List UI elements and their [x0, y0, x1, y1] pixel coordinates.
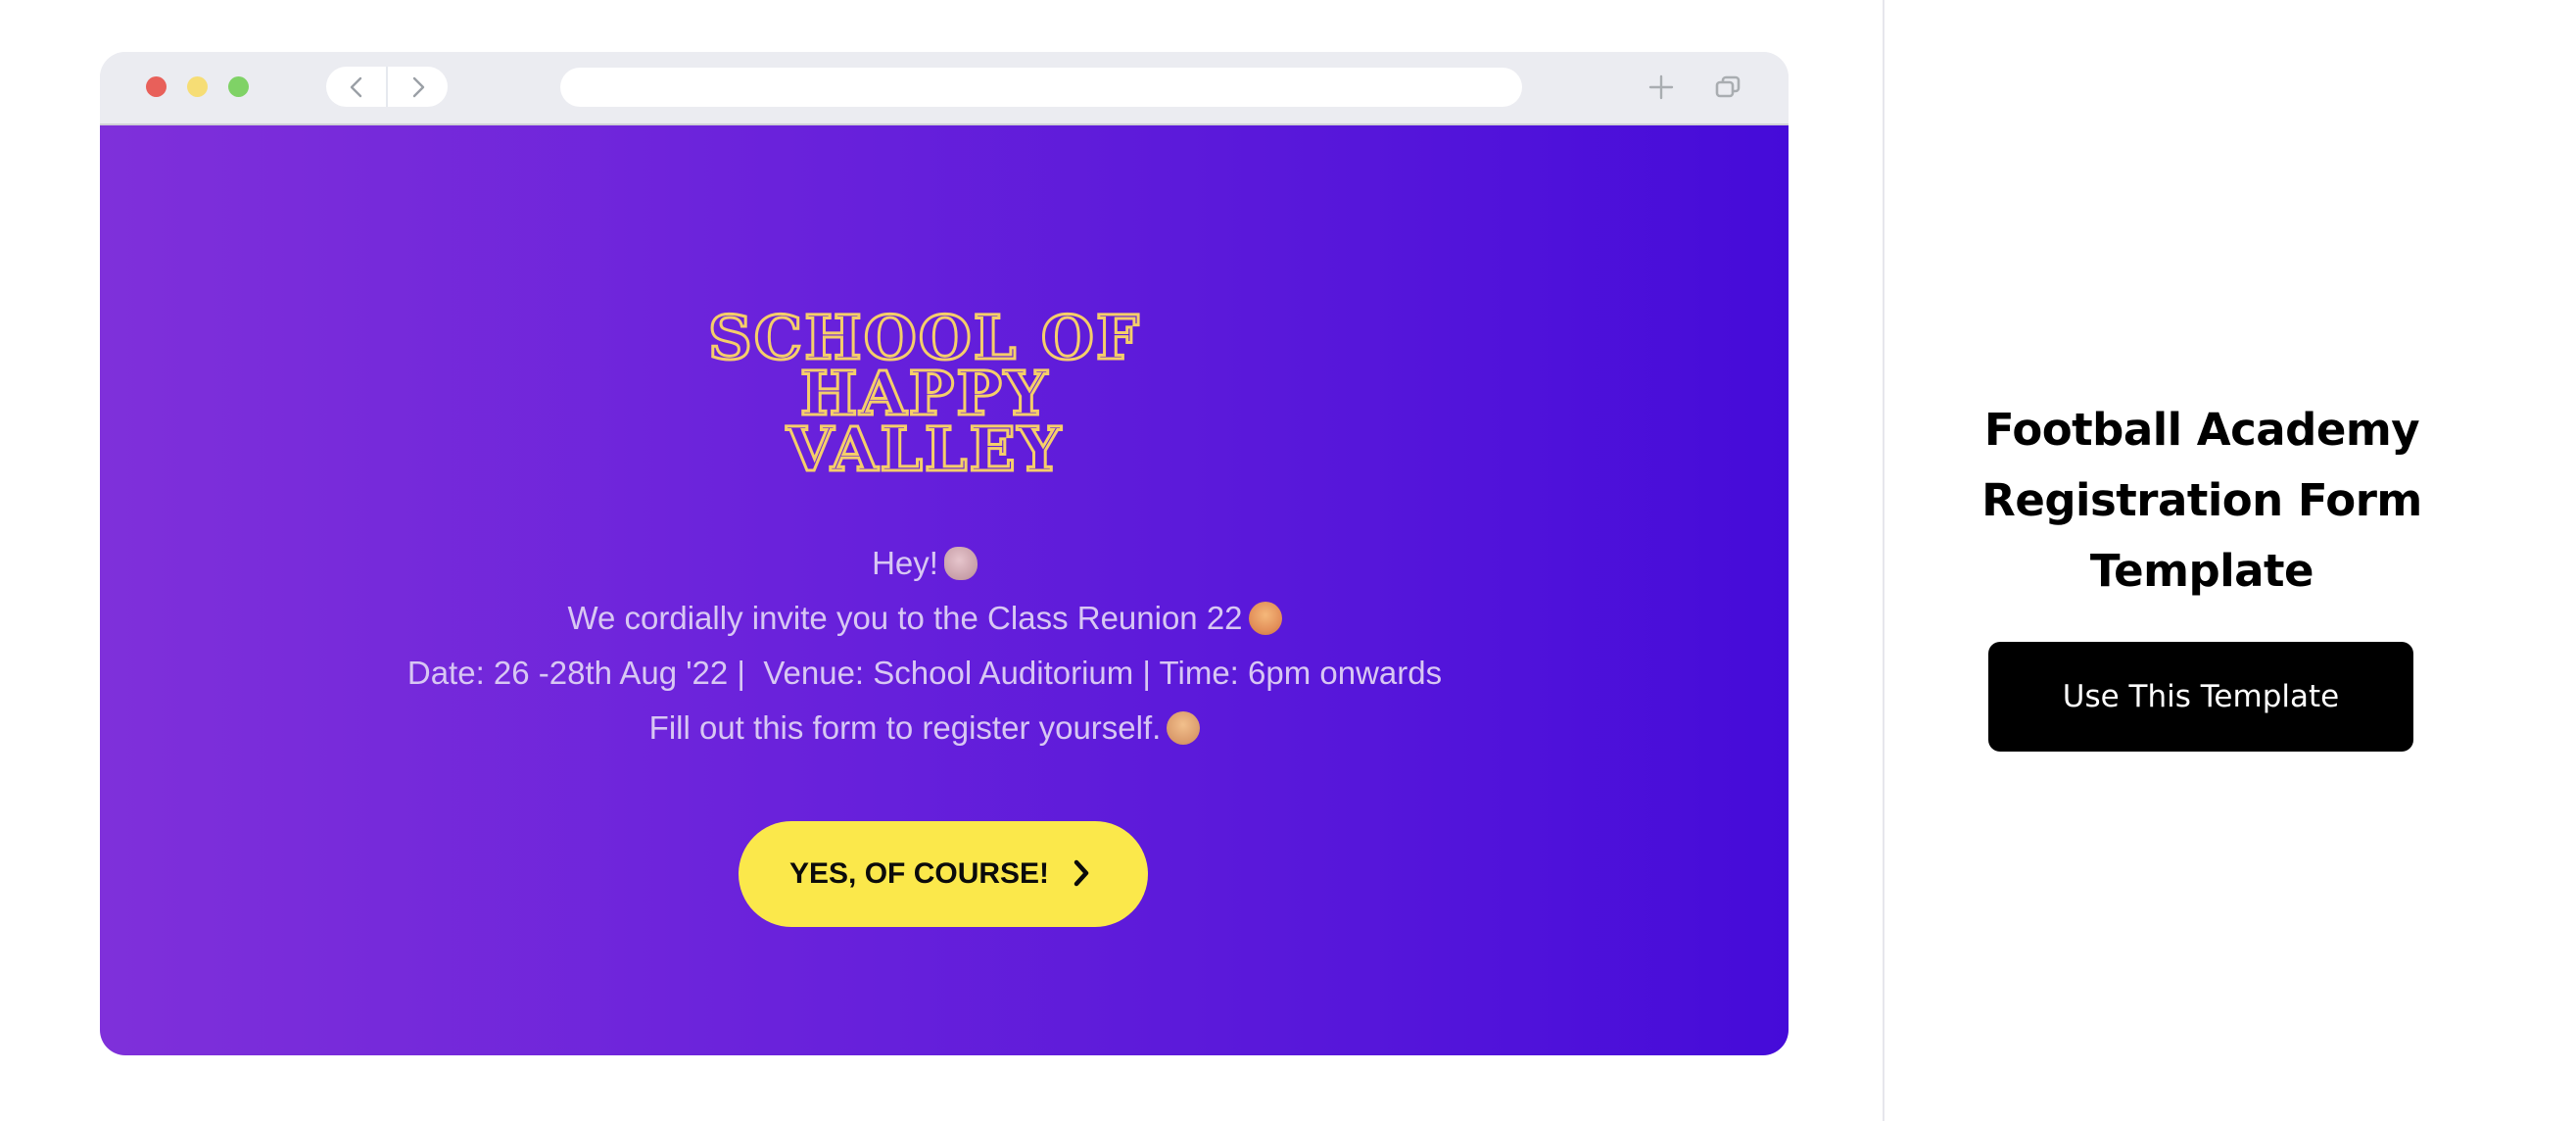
hugging-face-icon [1248, 602, 1282, 635]
new-tab-button[interactable] [1646, 72, 1677, 103]
register-prompt-text: Fill out this form to register yourself. [648, 709, 1162, 746]
smiling-face-icon [1167, 711, 1201, 745]
template-title-line: Registration Form [1981, 474, 2422, 526]
address-bar-input[interactable] [560, 68, 1522, 107]
minimize-window-dot-icon[interactable] [187, 76, 208, 97]
school-logo: SCHOOL OF HAPPY VALLEY [100, 306, 1789, 485]
template-title-line: Football Academy [1983, 404, 2420, 456]
tabs-overview-button[interactable] [1712, 72, 1743, 103]
message-line: Fill out this form to register yourself. [100, 701, 1789, 755]
template-title: Football Academy Registration Form Templ… [1949, 395, 2455, 607]
chevron-right-icon [412, 76, 424, 97]
waving-hand-icon [943, 547, 978, 580]
browser-toolbar [100, 52, 1789, 125]
use-this-template-button[interactable]: Use This Template [1988, 642, 2413, 752]
template-title-line: Template [2089, 545, 2314, 597]
yes-of-course-button[interactable]: YES, OF COURSE! [739, 821, 1148, 927]
plus-icon [1648, 74, 1674, 100]
message-line: Hey! [100, 536, 1789, 591]
forward-button[interactable] [388, 67, 448, 107]
invitation-text: We cordially invite you to the Class Reu… [567, 600, 1243, 636]
panel-divider [1883, 0, 1884, 1121]
event-details-text: Date: 26 -28th Aug '22 | Venue: School A… [406, 655, 1443, 691]
cta-label: YES, OF COURSE! [789, 857, 1050, 890]
chevron-right-icon [1073, 859, 1089, 887]
close-window-dot-icon[interactable] [146, 76, 167, 97]
maximize-window-dot-icon[interactable] [228, 76, 249, 97]
greeting-text: Hey! [872, 545, 938, 581]
invitation-message: Hey! We cordially invite you to the Clas… [100, 536, 1789, 755]
tabs-overview-icon [1715, 75, 1741, 98]
logo-line: VALLEY [785, 414, 1064, 485]
navigation-buttons [326, 67, 448, 107]
back-button[interactable] [326, 67, 386, 107]
form-welcome-screen: SCHOOL OF HAPPY VALLEY Hey! We cordially… [100, 125, 1789, 1055]
template-preview-page: SCHOOL OF HAPPY VALLEY Hey! We cordially… [0, 0, 2576, 1121]
chevron-left-icon [350, 76, 361, 97]
message-line: Date: 26 -28th Aug '22 | Venue: School A… [100, 646, 1789, 701]
browser-mock-window: SCHOOL OF HAPPY VALLEY Hey! We cordially… [100, 52, 1789, 1055]
message-line: We cordially invite you to the Class Reu… [100, 591, 1789, 646]
